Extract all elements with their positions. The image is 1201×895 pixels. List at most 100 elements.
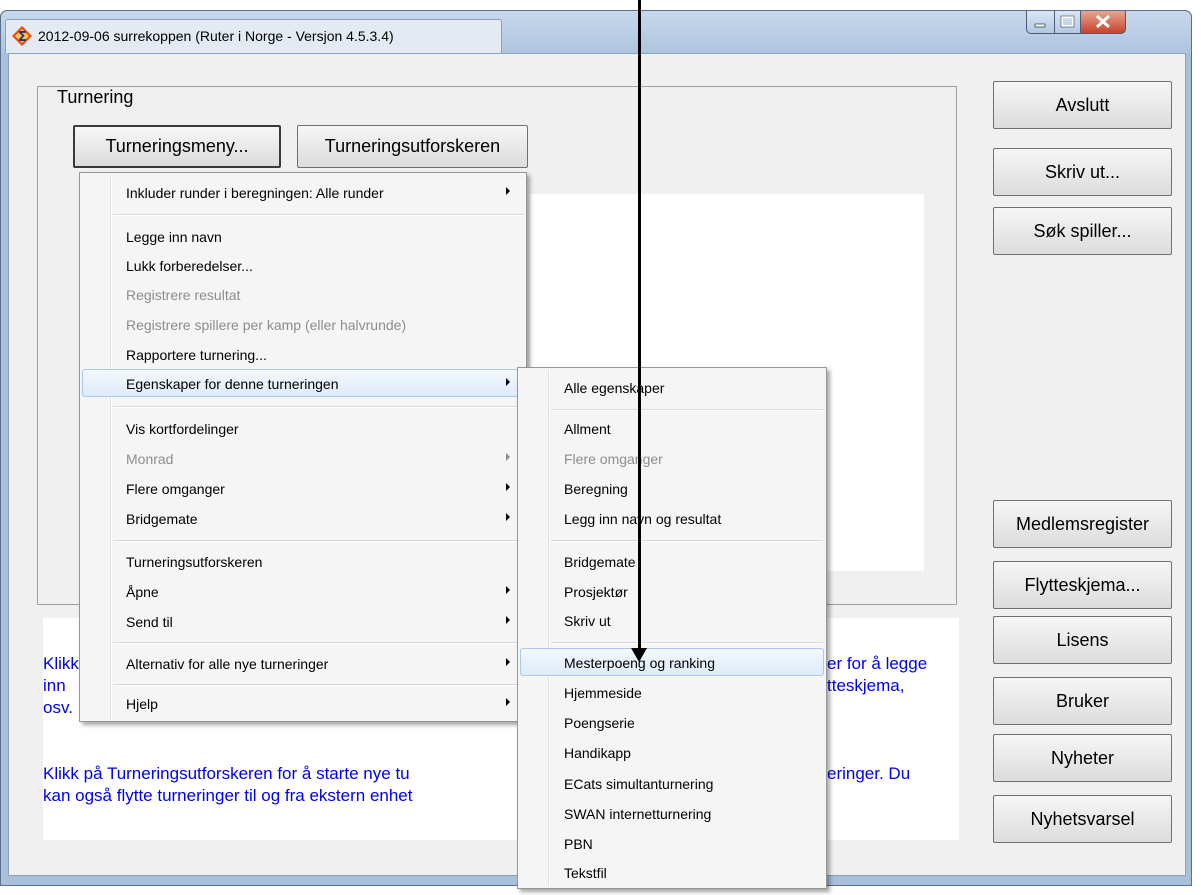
menu-item-multiple-sessions[interactable]: Flere omganger xyxy=(82,474,524,502)
menu-item-label: Send til xyxy=(126,614,173,630)
menu-item-enter-names[interactable]: Legge inn navn xyxy=(82,222,524,250)
menu-separator xyxy=(113,406,523,408)
menu-separator xyxy=(113,642,523,644)
info-line-4[interactable]: Klikk på Turneringsutforskeren for å sta… xyxy=(43,763,410,785)
user-button[interactable]: Bruker xyxy=(993,677,1172,725)
info-line-5[interactable]: kan også flytte turneringer til og fra e… xyxy=(43,785,412,807)
submenu-item-general[interactable]: Allment xyxy=(520,414,824,442)
menu-item-label: Inkluder runder i beregningen: Alle rund… xyxy=(126,185,384,201)
exit-button[interactable]: Avslutt xyxy=(993,81,1172,129)
menu-separator xyxy=(551,642,823,644)
menu-item-tournament-explorer[interactable]: Turneringsutforskeren xyxy=(82,547,524,575)
menu-item-include-rounds[interactable]: Inkluder runder i beregningen: Alle rund… xyxy=(82,178,524,206)
menu-item-bridgemate[interactable]: Bridgemate xyxy=(82,504,524,532)
menu-item-label: Monrad xyxy=(126,451,174,467)
info-line-1-start[interactable]: Klikk xyxy=(43,653,79,675)
menu-item-label: PBN xyxy=(564,836,593,852)
submenu-item-masterpoints-ranking[interactable]: Mesterpoeng og ranking xyxy=(520,648,824,676)
submenu-item-calculation[interactable]: Beregning xyxy=(520,474,824,502)
submenu-arrow-icon xyxy=(506,658,510,666)
menu-item-report-tournament[interactable]: Rapportere turnering... xyxy=(82,340,524,368)
menu-item-label: Handikapp xyxy=(564,745,631,761)
group-label: Turnering xyxy=(54,87,137,108)
submenu-item-bridgemate[interactable]: Bridgemate xyxy=(520,547,824,575)
window-title: 2012-09-06 surrekoppen (Ruter i Norge - … xyxy=(38,28,394,44)
submenu-item-homepage[interactable]: Hjemmeside xyxy=(520,678,824,706)
menu-item-label: Registrere resultat xyxy=(126,287,241,303)
submenu-item-swan[interactable]: SWAN internetturnering xyxy=(520,799,824,827)
menu-item-label: SWAN internetturnering xyxy=(564,806,712,822)
menu-item-label: Allment xyxy=(564,421,611,437)
menu-item-label: Prosjektør xyxy=(564,584,628,600)
menu-item-label: Poengserie xyxy=(564,715,635,731)
print-button[interactable]: Skriv ut... xyxy=(993,148,1172,196)
info-line-1-end[interactable]: er for å legge xyxy=(827,653,927,675)
maximize-icon xyxy=(1060,15,1075,28)
menu-item-label: Hjemmeside xyxy=(564,685,642,701)
menu-item-show-deals[interactable]: Vis kortfordelinger xyxy=(82,414,524,442)
tournament-explorer-button[interactable]: Turneringsutforskeren xyxy=(297,125,528,168)
minimize-icon xyxy=(1034,23,1046,28)
menu-item-label: Alle egenskaper xyxy=(564,380,665,396)
minimize-button[interactable] xyxy=(1026,11,1055,34)
submenu-item-projector[interactable]: Prosjektør xyxy=(520,577,824,605)
menu-item-label: Hjelp xyxy=(126,696,158,712)
menu-item-label: Bridgemate xyxy=(564,554,636,570)
move-form-button[interactable]: Flytteskjema... xyxy=(993,561,1172,609)
tournament-menu-button[interactable]: Turneringsmeny... xyxy=(73,125,281,168)
news-button[interactable]: Nyheter xyxy=(993,734,1172,782)
menu-item-close-preparations[interactable]: Lukk forberedelser... xyxy=(82,251,524,279)
info-line-2-end[interactable]: tteskjema, xyxy=(827,675,904,697)
submenu-arrow-icon xyxy=(506,616,510,624)
submenu-item-all-properties[interactable]: Alle egenskaper xyxy=(520,373,824,401)
menu-separator xyxy=(113,214,523,216)
submenu-item-enter-names-results[interactable]: Legg inn navn og resultat xyxy=(520,504,824,532)
menu-separator xyxy=(551,409,823,411)
app-sigma-icon: Σ xyxy=(12,26,32,46)
properties-submenu: Alle egenskaper Allment Flere omganger B… xyxy=(517,367,827,889)
menu-item-label: Lukk forberedelser... xyxy=(126,258,253,274)
submenu-arrow-icon xyxy=(506,187,510,195)
menu-separator xyxy=(113,540,523,542)
menu-item-label: Vis kortfordelinger xyxy=(126,421,239,437)
search-player-button[interactable]: Søk spiller... xyxy=(993,207,1172,255)
menu-item-label: Alternativ for alle nye turneringer xyxy=(126,656,329,672)
menu-item-monrad: Monrad xyxy=(82,444,524,472)
maximize-button[interactable] xyxy=(1054,11,1081,34)
menu-item-label: Registrere spillere per kamp (eller halv… xyxy=(126,317,407,333)
menu-item-label: Åpne xyxy=(126,584,159,600)
submenu-arrow-icon xyxy=(506,453,510,461)
menu-item-send-to[interactable]: Send til xyxy=(82,607,524,635)
submenu-arrow-icon xyxy=(506,586,510,594)
menu-item-register-results: Registrere resultat xyxy=(82,280,524,308)
menu-item-label: Legg inn navn og resultat xyxy=(564,511,722,527)
info-line-3-start[interactable]: osv. xyxy=(43,697,73,719)
license-button[interactable]: Lisens xyxy=(993,616,1172,664)
info-line-4-end[interactable]: eringer. Du xyxy=(827,763,910,785)
title-bar[interactable]: Σ 2012-09-06 surrekoppen (Ruter i Norge … xyxy=(1,11,1191,53)
annotation-arrow-line xyxy=(638,0,641,651)
menu-item-label: Turneringsutforskeren xyxy=(126,554,263,570)
menu-separator xyxy=(551,540,823,542)
menu-item-open[interactable]: Åpne xyxy=(82,577,524,605)
menu-item-tournament-properties[interactable]: Egenskaper for denne turneringen xyxy=(82,369,524,397)
close-button[interactable] xyxy=(1080,11,1126,34)
submenu-item-print[interactable]: Skriv ut xyxy=(520,606,824,634)
menu-item-label: Beregning xyxy=(564,481,628,497)
menu-item-options-new-tournaments[interactable]: Alternativ for alle nye turneringer xyxy=(82,649,524,677)
news-alert-button[interactable]: Nyhetsvarsel xyxy=(993,795,1172,843)
submenu-arrow-icon xyxy=(506,698,510,706)
close-icon xyxy=(1095,14,1111,29)
submenu-item-pbn[interactable]: PBN xyxy=(520,829,824,857)
submenu-arrow-icon xyxy=(506,378,510,386)
submenu-item-point-series[interactable]: Poengserie xyxy=(520,708,824,736)
menu-item-label: Rapportere turnering... xyxy=(126,347,267,363)
submenu-item-handicap[interactable]: Handikapp xyxy=(520,738,824,766)
menu-item-help[interactable]: Hjelp xyxy=(82,689,524,717)
menu-item-label: Tekstfil xyxy=(564,865,607,881)
submenu-item-text-file[interactable]: Tekstfil xyxy=(520,858,824,886)
menu-item-label: ECats simultanturnering xyxy=(564,776,714,792)
member-register-button[interactable]: Medlemsregister xyxy=(993,500,1172,548)
info-line-2-start[interactable]: inn xyxy=(43,675,66,697)
submenu-item-ecats[interactable]: ECats simultanturnering xyxy=(520,769,824,797)
